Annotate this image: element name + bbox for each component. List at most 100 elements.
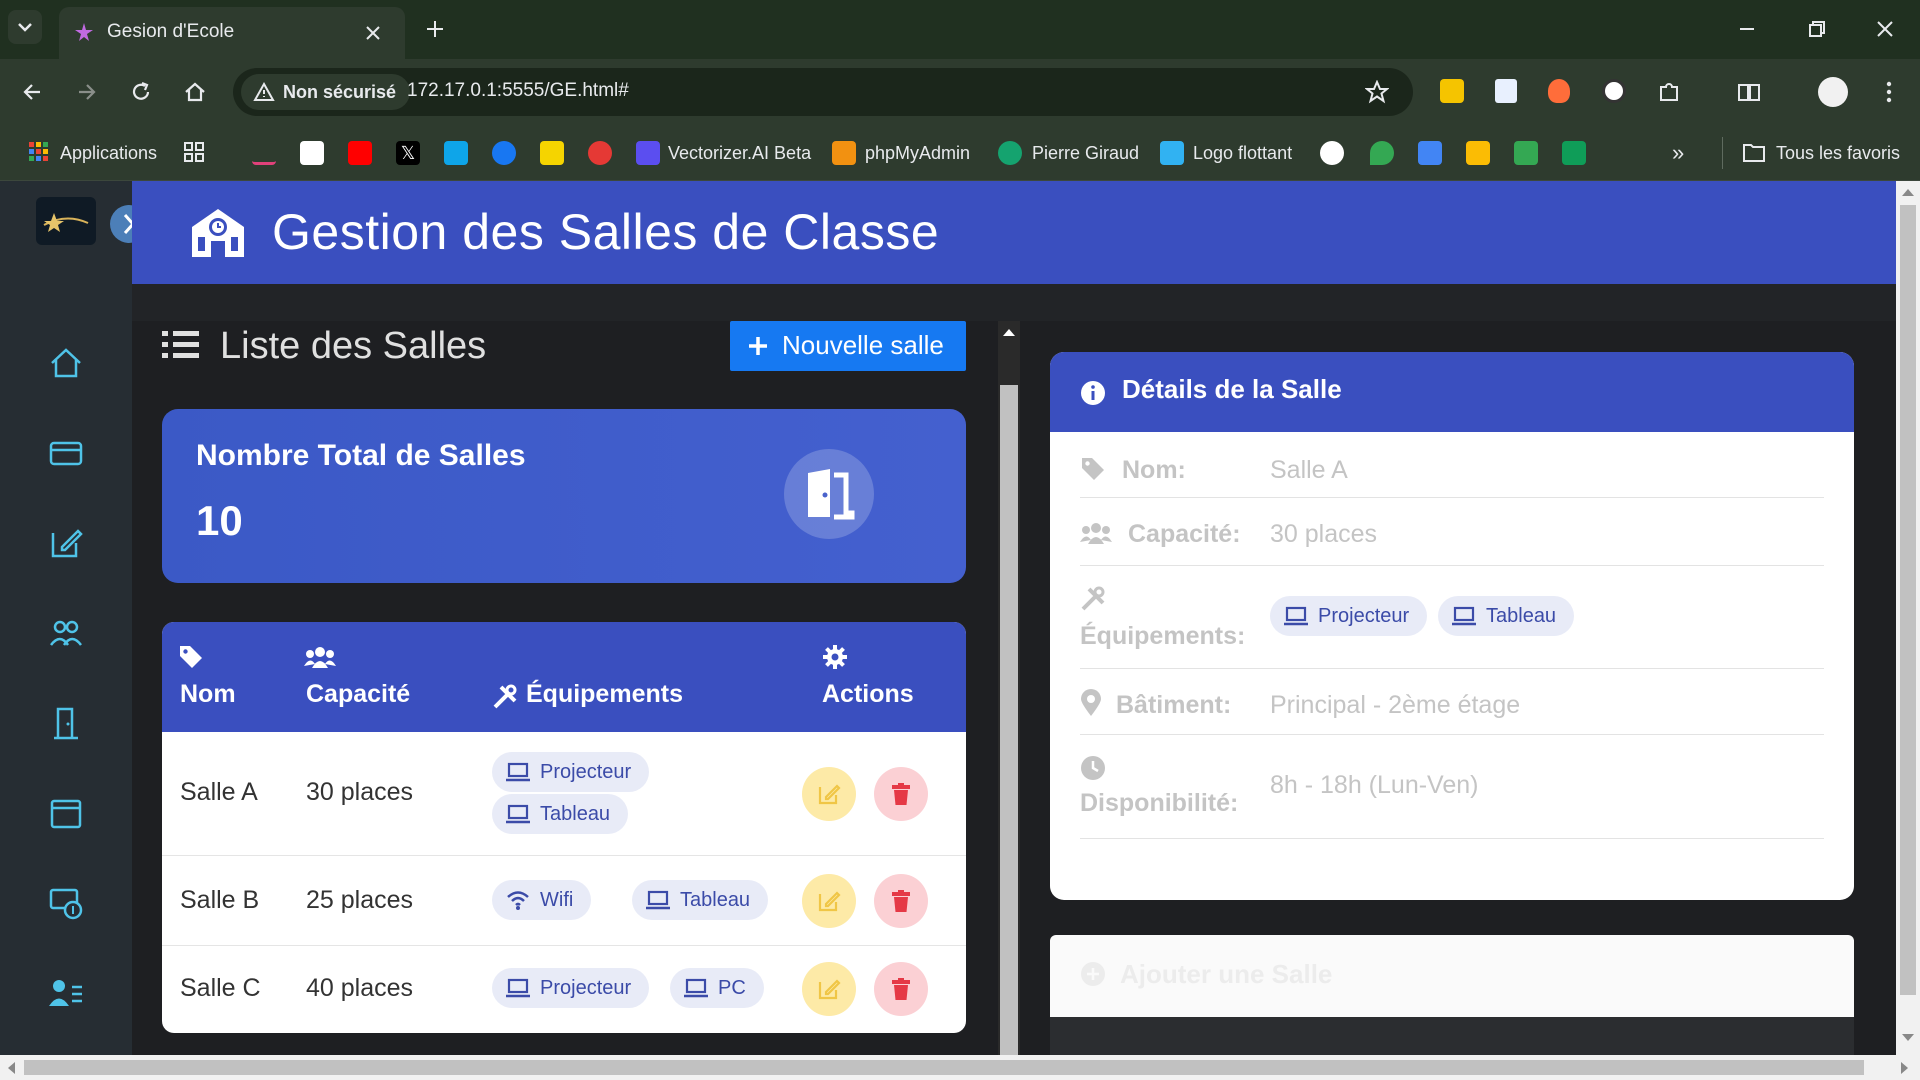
extension-w-icon[interactable] [1602,79,1626,103]
laptop-icon [506,978,530,998]
restore-icon[interactable] [1806,18,1828,40]
scrollbar-thumb[interactable] [1000,385,1018,1055]
profile-avatar[interactable] [1818,77,1848,107]
bookmark-smile-icon[interactable] [540,141,564,165]
bookmark-star-icon[interactable] [1365,80,1389,104]
scroll-down-icon[interactable] [1901,1033,1915,1043]
page-title: Gestion des Salles de Classe [272,204,940,260]
bookmark-colorful-icon[interactable] [1466,141,1490,165]
drive-icon[interactable] [1514,141,1538,165]
youtube-icon[interactable] [348,141,372,165]
delete-button[interactable] [874,962,928,1016]
equipment-chip: Projecteur [492,968,650,1008]
table-row[interactable]: Salle A 30 places Projecteur Tableau [162,732,966,856]
chip-label: Projecteur [540,977,632,999]
calendar-icon[interactable] [48,795,84,831]
bookmark-all-favorites[interactable]: Tous les favoris [1776,138,1900,168]
back-icon[interactable] [20,79,46,105]
scroll-right-icon[interactable] [1900,1061,1910,1075]
card-icon[interactable] [48,435,84,471]
school-icon [192,209,244,257]
facebook-icon[interactable] [492,141,516,165]
payment-icon[interactable] [48,885,84,921]
extension-doc-icon[interactable] [1495,79,1517,103]
phpmyadmin-icon[interactable] [832,141,856,165]
tab-groups-icon[interactable] [183,141,205,163]
security-indicator[interactable]: Non sécurisé [241,74,411,110]
bookmark-favicon[interactable] [252,141,276,165]
menu-kebab-icon[interactable] [1876,79,1902,105]
add-room-form-body [1050,1017,1854,1055]
room-details-panel: Détails de la Salle Nom: Salle A Capacit… [1020,321,1896,1055]
browser-tab[interactable]: Gesion d'Ecole [59,7,405,59]
panel-scrollbar[interactable] [998,321,1020,1055]
pierre-giraud-icon[interactable] [998,141,1022,165]
rooms-table: Nom Capacité Équipements Actions Salle A… [162,622,966,1033]
extensions-puzzle-icon[interactable] [1656,79,1682,105]
room-capacity: 25 places [306,886,414,914]
page-viewport: Gestion des Salles de Classe Liste des S… [0,181,1920,1055]
bookmark-logo-flottant[interactable]: Logo flottant [1193,138,1292,168]
edit-button[interactable] [802,874,856,928]
edit-button[interactable] [802,962,856,1016]
user-list-icon[interactable] [48,975,84,1011]
vectorizer-icon[interactable] [636,141,660,165]
scroll-up-icon[interactable] [1901,187,1915,197]
detail-label: Équipements: [1080,622,1246,650]
reload-icon[interactable] [128,79,154,105]
scrollbar-thumb[interactable] [24,1060,1864,1075]
detail-row-equipment: Équipements: Projecteur Tableau [1080,566,1824,669]
scroll-left-icon[interactable] [6,1061,16,1075]
x-icon[interactable]: 𝕏 [396,141,420,165]
table-row[interactable]: Salle B 25 places Wifi Tableau [162,856,966,946]
edit-button[interactable] [802,767,856,821]
horizontal-scrollbar[interactable] [0,1055,1920,1080]
tab-search-button[interactable] [8,10,42,44]
new-tab-icon[interactable] [424,18,446,40]
extension-fire-icon[interactable] [1548,79,1570,103]
total-rooms-card: Nombre Total de Salles 10 [162,409,966,583]
extension-icon[interactable] [1440,79,1464,103]
page-scrollbar[interactable] [1896,181,1920,1055]
minimize-icon[interactable] [1736,18,1758,40]
users-icon[interactable] [48,615,84,651]
gear-icon [823,645,847,669]
logo-flottant-icon[interactable] [1160,141,1184,165]
chip-label: Projecteur [540,761,632,783]
bookmarks-overflow[interactable]: » [1672,138,1684,168]
wifi-icon [507,891,529,910]
reading-list-icon[interactable] [1736,79,1762,105]
address-bar[interactable]: Non sécurisé 172.17.0.1:5555/GE.html# [233,68,1413,116]
bookmark-vectorizer[interactable]: Vectorizer.AI Beta [668,138,811,168]
home-icon[interactable] [48,345,84,381]
scrollbar-thumb[interactable] [1900,205,1916,995]
apps-grid-icon [29,142,48,161]
bookmark-pierre-giraud[interactable]: Pierre Giraud [1032,138,1139,168]
detail-row-availability: Disponibilité: 8h - 18h (Lun-Ven) [1080,735,1824,839]
close-window-icon[interactable] [1874,18,1896,40]
tag-icon [180,646,202,668]
table-row[interactable]: Salle C 40 places Projecteur PC [162,946,966,1033]
home-icon[interactable] [182,79,208,105]
close-tab-icon[interactable] [363,23,383,43]
bookmark-figure-icon[interactable] [588,141,612,165]
edit-icon[interactable] [48,525,84,561]
detail-row-capacity: Capacité: 30 places [1080,498,1824,566]
bookmark-phpmyadmin[interactable]: phpMyAdmin [865,138,970,168]
table-header: Nom Capacité Équipements Actions [162,622,966,732]
translate-icon[interactable] [1418,141,1442,165]
new-room-button[interactable]: Nouvelle salle [730,321,966,371]
detail-row-name: Nom: Salle A [1080,432,1824,498]
bookmark-p2-icon[interactable] [1320,141,1344,165]
bookmark-applications[interactable]: Applications [60,138,157,168]
maps-icon[interactable] [1370,141,1394,165]
bookmark-green-icon[interactable] [1562,141,1586,165]
bookmark-p-icon[interactable] [444,141,468,165]
delete-button[interactable] [874,767,928,821]
forward-icon[interactable] [73,79,99,105]
delete-button[interactable] [874,874,928,928]
gmail-icon[interactable] [300,141,324,165]
scroll-up-icon[interactable] [1002,327,1016,337]
detail-label: Disponibilité: [1080,789,1239,817]
door-icon[interactable] [48,705,84,741]
